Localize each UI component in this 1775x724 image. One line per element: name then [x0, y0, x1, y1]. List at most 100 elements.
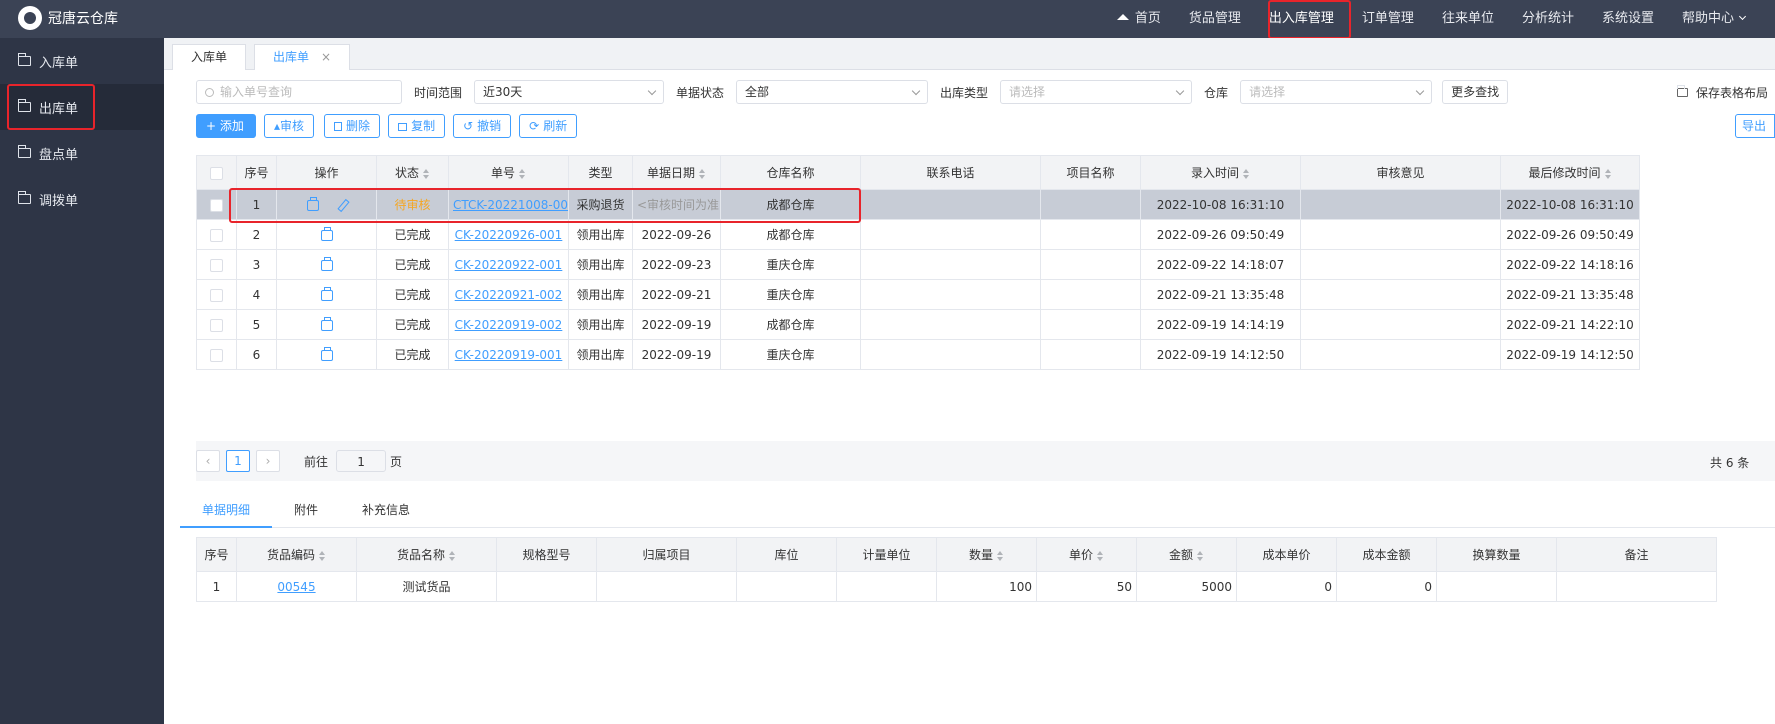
- sidebar-item-transfer[interactable]: 调拨单: [0, 176, 164, 222]
- order-link[interactable]: CK-20220919-001: [455, 348, 563, 362]
- order-link[interactable]: CK-20220926-001: [455, 228, 563, 242]
- audit-button[interactable]: ▴审核: [264, 114, 315, 138]
- warehouse-select[interactable]: 请选择: [1240, 80, 1433, 104]
- nav-orders[interactable]: 订单管理: [1348, 0, 1428, 38]
- cell-code: CK-20220921-002: [448, 279, 569, 310]
- order-link[interactable]: CK-20220922-001: [455, 258, 563, 272]
- prev-page-button[interactable]: ‹: [196, 450, 220, 472]
- delete-button[interactable]: 删除: [324, 114, 381, 138]
- dcol-price[interactable]: 单价: [1036, 537, 1137, 572]
- dcol-name[interactable]: 货品名称: [356, 537, 497, 572]
- revoke-button[interactable]: ↺ 撤销: [453, 114, 512, 138]
- chevron-down-icon: [1415, 86, 1425, 96]
- dcol-amount[interactable]: 金额: [1136, 537, 1237, 572]
- cell-modified: 2022-09-21 14:22:10: [1500, 309, 1640, 340]
- folder-icon: [18, 191, 31, 204]
- tab-attachments[interactable]: 附件: [272, 494, 340, 528]
- sort-icon[interactable]: [997, 550, 1004, 561]
- more-search-button[interactable]: 更多查找: [1442, 80, 1509, 104]
- row-checkbox[interactable]: [196, 339, 237, 370]
- col-created[interactable]: 录入时间: [1140, 155, 1301, 190]
- table-row[interactable]: 6 已完成 CK-20220919-001 领用出库 2022-09-19 重庆…: [196, 339, 1640, 370]
- col-code[interactable]: 单号: [448, 155, 569, 190]
- chevron-down-icon: [1175, 86, 1185, 96]
- select-all-checkbox[interactable]: [196, 155, 237, 190]
- sidebar-item-stocktake[interactable]: 盘点单: [0, 130, 164, 176]
- print-icon[interactable]: [320, 256, 333, 271]
- nav-goods[interactable]: 货品管理: [1175, 0, 1255, 38]
- order-link[interactable]: CK-20220921-002: [455, 288, 563, 302]
- cell-phone: [860, 249, 1041, 280]
- dcol-qty[interactable]: 数量: [936, 537, 1037, 572]
- sort-icon[interactable]: [1243, 168, 1250, 179]
- next-page-button[interactable]: ›: [256, 450, 280, 472]
- table-row[interactable]: 5 已完成 CK-20220919-002 领用出库 2022-09-19 成都…: [196, 309, 1640, 340]
- refresh-button[interactable]: ⟳ 刷新: [519, 114, 578, 138]
- cell-warehouse: 重庆仓库: [720, 339, 861, 370]
- print-icon[interactable]: [320, 316, 333, 331]
- close-icon[interactable]: ×: [321, 50, 331, 64]
- nav-settings[interactable]: 系统设置: [1588, 0, 1668, 38]
- nav-home[interactable]: 首页: [1103, 0, 1175, 38]
- type-select[interactable]: 请选择: [1000, 80, 1193, 104]
- pager: ‹ 1 › 前往 1 页: [196, 448, 402, 474]
- nav-help[interactable]: 帮助中心: [1668, 0, 1775, 38]
- table-row[interactable]: 3 已完成 CK-20220922-001 领用出库 2022-09-23 重庆…: [196, 249, 1640, 280]
- dcol-spec: 规格型号: [496, 537, 597, 572]
- print-icon[interactable]: [320, 286, 333, 301]
- dcol-code[interactable]: 货品编码: [236, 537, 357, 572]
- time-range-select[interactable]: 近30天: [474, 80, 665, 104]
- col-date[interactable]: 单据日期: [632, 155, 721, 190]
- col-status[interactable]: 状态: [376, 155, 449, 190]
- sidebar-item-inbound[interactable]: 入库单: [0, 38, 164, 84]
- folder-icon: [1677, 85, 1688, 97]
- dcell-cost-price: 0: [1236, 571, 1337, 602]
- row-checkbox[interactable]: [196, 219, 237, 250]
- sort-icon[interactable]: [423, 168, 430, 179]
- sort-icon[interactable]: [319, 550, 326, 561]
- chevron-down-icon: [647, 86, 657, 96]
- copy-button[interactable]: 复制: [388, 114, 446, 138]
- sidebar: 入库单 出库单 盘点单 调拨单: [0, 38, 164, 724]
- order-link[interactable]: CK-20220919-002: [455, 318, 563, 332]
- status-select[interactable]: 全部: [736, 80, 929, 104]
- sort-icon[interactable]: [699, 168, 706, 179]
- table-row[interactable]: 4 已完成 CK-20220921-002 领用出库 2022-09-21 重庆…: [196, 279, 1640, 310]
- tab-inbound[interactable]: 入库单: [172, 44, 247, 70]
- sort-icon[interactable]: [1097, 550, 1104, 561]
- page-1-button[interactable]: 1: [226, 450, 250, 472]
- tab-extra-info[interactable]: 补充信息: [340, 494, 432, 528]
- goto-page-input[interactable]: 1: [336, 450, 387, 472]
- nav-partners[interactable]: 往来单位: [1428, 0, 1508, 38]
- cell-opinion: [1300, 249, 1501, 280]
- dcell-price: 50: [1036, 571, 1137, 602]
- sort-icon[interactable]: [1197, 550, 1204, 561]
- row-checkbox[interactable]: [196, 279, 237, 310]
- sort-icon[interactable]: [1604, 168, 1612, 179]
- row-checkbox[interactable]: [196, 249, 237, 280]
- detail-header: 序号 货品编码 货品名称 规格型号 归属项目 库位 计量单位 数量 单价 金额 …: [196, 537, 1717, 572]
- cell-no: 4: [236, 279, 277, 310]
- col-type: 类型: [568, 155, 633, 190]
- table-row[interactable]: 2 已完成 CK-20220926-001 领用出库 2022-09-26 成都…: [196, 219, 1640, 250]
- detail-row[interactable]: 1 00545 测试货品 100 50 5000 0 0: [196, 571, 1717, 602]
- add-button[interactable]: + 添加: [196, 114, 256, 138]
- export-button[interactable]: 导出: [1735, 114, 1775, 138]
- col-modified[interactable]: 最后修改时间: [1500, 155, 1640, 190]
- print-icon[interactable]: [320, 346, 333, 361]
- sort-icon[interactable]: [449, 550, 456, 561]
- app-logo[interactable]: 冠唐云仓库: [18, 6, 118, 30]
- save-layout-button[interactable]: 保存表格布局: [1677, 84, 1768, 101]
- nav-analysis[interactable]: 分析统计: [1508, 0, 1588, 38]
- cell-action: [276, 279, 377, 310]
- tab-outbound[interactable]: 出库单 ×: [254, 44, 351, 70]
- tab-detail[interactable]: 单据明细: [180, 494, 273, 528]
- checkbox-icon: [210, 318, 223, 332]
- goods-link[interactable]: 00545: [277, 580, 315, 594]
- search-input[interactable]: 输入单号查询: [196, 80, 402, 104]
- sort-icon[interactable]: [519, 168, 526, 179]
- row-checkbox[interactable]: [196, 309, 237, 340]
- cell-action: [276, 339, 377, 370]
- print-icon[interactable]: [320, 226, 333, 241]
- cell-code: CK-20220919-002: [448, 309, 569, 340]
